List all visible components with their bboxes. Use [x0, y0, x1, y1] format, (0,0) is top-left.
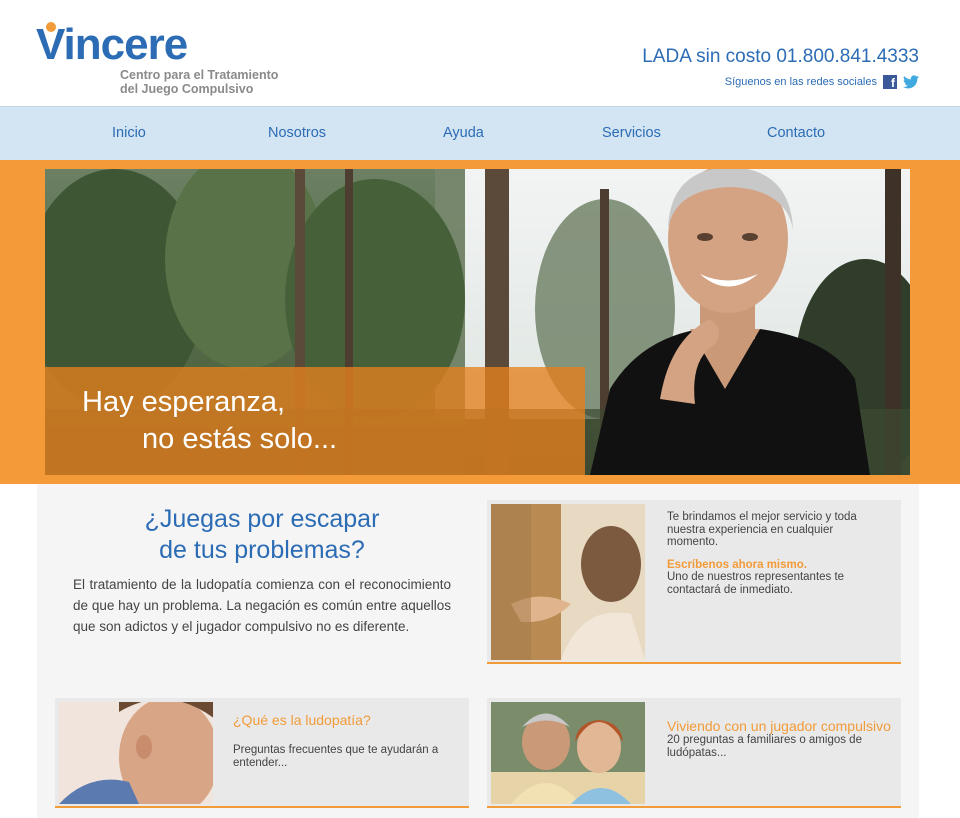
main-body-text: El tratamiento de la ludopatía comienza … [73, 577, 451, 634]
hero-banner: Hay esperanza, no estás solo... [45, 169, 910, 475]
viviendo-text: 20 preguntas a familiares o amigos de lu… [667, 734, 862, 759]
service-card[interactable]: Te brindamos el mejor servicio y toda nu… [487, 500, 901, 664]
service-text: Te brindamos el mejor servicio y toda nu… [667, 511, 857, 548]
nav-item-inicio[interactable]: Inicio [112, 125, 146, 141]
service-cta-text: Uno de nuestros representantes te contac… [667, 571, 845, 596]
ludopatia-card[interactable]: ¿Qué es la ludopatía? Preguntas frecuent… [55, 698, 469, 808]
content-area: ¿Juegas por escapar de tus problemas? El… [37, 484, 919, 818]
social-text: Síguenos en las redes sociales [724, 76, 877, 88]
service-card-text: Te brindamos el mejor servicio y toda nu… [667, 511, 887, 596]
banner-headline: Hay esperanza, no estás solo... [82, 384, 337, 458]
logo-subtitle-line1: Centro para el Tratamiento [120, 68, 279, 82]
site-header: Vincere Centro para el Tratamiento del J… [0, 0, 960, 106]
thoughtful-man-image [59, 702, 213, 804]
social-links: Síguenos en las redes sociales f [724, 75, 919, 90]
logo-subtitle-line2: del Juego Compulsivo [120, 82, 254, 96]
couple-image [491, 702, 645, 804]
nav-item-servicios[interactable]: Servicios [602, 125, 661, 141]
banner-headline-line2: no estás solo... [142, 423, 338, 455]
main-heading-line1: ¿Juegas por escapar [144, 505, 380, 533]
phone-number: LADA sin costo 01.800.841.4333 [642, 46, 919, 67]
viviendo-title[interactable]: Viviendo con un jugador compulsivo [667, 718, 895, 734]
twitter-icon[interactable] [903, 75, 919, 89]
ludopatia-card-text: ¿Qué es la ludopatía? Preguntas frecuent… [233, 712, 458, 769]
smiling-man-image [590, 169, 870, 475]
viviendo-card[interactable]: Viviendo con un jugador compulsivo 20 pr… [487, 698, 901, 808]
banner-headline-line1: Hay esperanza, [82, 386, 286, 418]
main-heading-line2: de tus problemas? [159, 536, 365, 564]
ludopatia-text: Preguntas frecuentes que te ayudarán a e… [233, 744, 439, 769]
handshake-image [491, 504, 645, 660]
main-heading: ¿Juegas por escapar de tus problemas? [37, 504, 487, 566]
logo-text: Vincere [36, 20, 188, 69]
nav-item-ayuda[interactable]: Ayuda [443, 125, 484, 141]
write-us-link[interactable]: Escríbenos ahora mismo. [667, 559, 887, 572]
main-nav: Inicio Nosotros Ayuda Servicios Contacto [0, 106, 960, 160]
facebook-icon[interactable]: f [883, 75, 897, 90]
nav-item-nosotros[interactable]: Nosotros [268, 125, 326, 141]
logo-subtitle: Centro para el Tratamiento del Juego Com… [120, 68, 320, 96]
nav-item-contacto[interactable]: Contacto [767, 125, 825, 141]
ludopatia-title[interactable]: ¿Qué es la ludopatía? [233, 712, 458, 728]
viviendo-card-text: Viviendo con un jugador compulsivo 20 pr… [667, 718, 895, 759]
hero-banner-frame: Hay esperanza, no estás solo... [0, 160, 960, 484]
vincere-logo[interactable]: Vincere Centro para el Tratamiento del J… [36, 20, 296, 100]
